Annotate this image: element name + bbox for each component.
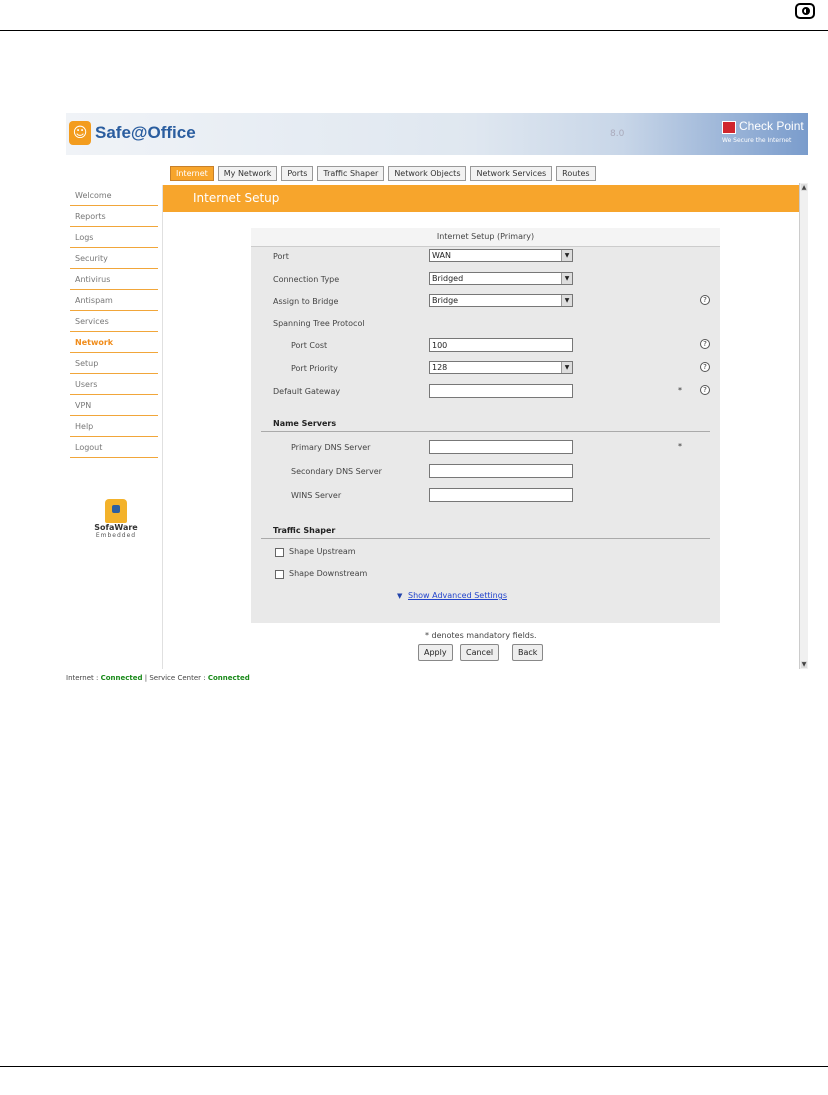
internet-status-label: Internet : — [66, 674, 101, 682]
connection-type-label: Connection Type — [273, 275, 340, 284]
tab-network-objects[interactable]: Network Objects — [388, 166, 467, 181]
tab-ports[interactable]: Ports — [281, 166, 314, 181]
port-cost-input[interactable]: 100 — [429, 338, 573, 352]
assign-bridge-select[interactable]: Bridge ▼ — [429, 294, 573, 307]
sidebar: Welcome Reports Logs Security Antivirus … — [66, 185, 163, 669]
shape-downstream-checkbox[interactable] — [275, 570, 284, 579]
default-gateway-label: Default Gateway — [273, 387, 341, 396]
shape-upstream-label: Shape Upstream — [289, 547, 356, 556]
port-priority-label: Port Priority — [291, 364, 338, 373]
version-label: 8.0 — [610, 129, 625, 139]
brand-tagline: We Secure the Internet — [722, 137, 792, 144]
sidebar-item-security[interactable]: Security — [70, 248, 158, 269]
tab-network-services[interactable]: Network Services — [470, 166, 553, 181]
main-content: Internet Setup Internet Setup (Primary) … — [163, 183, 808, 669]
vertical-scrollbar[interactable]: ▲ ▼ — [799, 183, 808, 669]
sidebar-item-welcome[interactable]: Welcome — [70, 185, 158, 206]
default-gateway-input[interactable] — [429, 384, 573, 398]
sidebar-item-setup[interactable]: Setup — [70, 353, 158, 374]
connection-type-value: Bridged — [432, 274, 464, 283]
secondary-dns-label: Secondary DNS Server — [291, 467, 382, 476]
manual-eye-icon — [795, 3, 815, 19]
primary-dns-label: Primary DNS Server — [291, 443, 371, 452]
sofaware-sub: Embedded — [95, 532, 137, 539]
section-divider — [261, 431, 710, 432]
secondary-dns-input[interactable] — [429, 464, 573, 478]
tab-routes[interactable]: Routes — [556, 166, 596, 181]
sidebar-item-logout[interactable]: Logout — [70, 437, 158, 458]
spanning-tree-label: Spanning Tree Protocol — [273, 319, 365, 328]
help-icon[interactable]: ? — [700, 362, 710, 372]
brand-name: Check Point — [739, 119, 804, 133]
tab-internet[interactable]: Internet — [170, 166, 214, 181]
help-icon[interactable]: ? — [700, 339, 710, 349]
sidebar-item-vpn[interactable]: VPN — [70, 395, 158, 416]
chevron-down-icon: ▼ — [561, 362, 572, 373]
scroll-up-icon[interactable]: ▲ — [801, 184, 807, 191]
sidebar-item-reports[interactable]: Reports — [70, 206, 158, 227]
chevron-down-icon: ▼ — [561, 250, 572, 261]
app-title: Safe@Office — [95, 123, 196, 142]
tab-bar: Internet My Network Ports Traffic Shaper… — [170, 166, 596, 181]
scroll-down-icon[interactable]: ▼ — [801, 661, 807, 668]
port-priority-select[interactable]: 128 ▼ — [429, 361, 573, 374]
sidebar-item-antivirus[interactable]: Antivirus — [70, 269, 158, 290]
port-priority-value: 128 — [432, 363, 448, 372]
port-select-value: WAN — [432, 251, 451, 260]
internet-setup-panel: Internet Setup (Primary) Port WAN ▼ Conn… — [251, 228, 720, 623]
sofaware-logo: SofaWare Embedded — [86, 499, 146, 539]
show-advanced-link[interactable]: Show Advanced Settings — [408, 591, 507, 600]
sofaware-name: SofaWare — [94, 523, 138, 532]
page-bottom-rule — [0, 1066, 828, 1067]
assign-bridge-value: Bridge — [432, 296, 459, 305]
required-marker: * — [678, 386, 682, 395]
wins-server-label: WINS Server — [291, 491, 342, 500]
sidebar-item-services[interactable]: Services — [70, 311, 158, 332]
connection-type-select[interactable]: Bridged ▼ — [429, 272, 573, 285]
mandatory-note: * denotes mandatory fields. — [425, 631, 537, 640]
sidebar-item-help[interactable]: Help — [70, 416, 158, 437]
chevron-down-icon: ▼ — [561, 295, 572, 306]
sidebar-item-logs[interactable]: Logs — [70, 227, 158, 248]
primary-dns-input[interactable] — [429, 440, 573, 454]
check-point-logo-icon — [722, 121, 736, 134]
page-top-rule — [0, 30, 828, 31]
panel-title: Internet Setup (Primary) — [251, 228, 720, 247]
triangle-down-icon: ▼ — [397, 592, 403, 600]
sidebar-item-users[interactable]: Users — [70, 374, 158, 395]
tab-traffic-shaper[interactable]: Traffic Shaper — [317, 166, 385, 181]
section-divider — [261, 538, 710, 539]
shape-downstream-label: Shape Downstream — [289, 569, 368, 578]
name-servers-heading: Name Servers — [273, 419, 337, 428]
app-header: ☺ Safe@Office 8.0 Check Point We Secure … — [66, 113, 808, 155]
help-icon[interactable]: ? — [700, 385, 710, 395]
sidebar-item-network[interactable]: Network — [70, 332, 158, 353]
service-center-value: Connected — [207, 674, 250, 682]
sidebar-item-antispam[interactable]: Antispam — [70, 290, 158, 311]
traffic-shaper-heading: Traffic Shaper — [273, 526, 336, 535]
status-bar: Internet : Connected | Service Center : … — [66, 671, 808, 685]
service-center-label: Service Center : — [149, 674, 208, 682]
safe-office-window: ☺ Safe@Office 8.0 Check Point We Secure … — [66, 113, 808, 685]
required-marker: * — [678, 442, 682, 451]
apply-button[interactable]: Apply — [418, 644, 453, 661]
page-title: Internet Setup — [163, 185, 800, 212]
port-label: Port — [273, 252, 289, 261]
tab-my-network[interactable]: My Network — [217, 166, 278, 181]
shape-upstream-checkbox[interactable] — [275, 548, 284, 557]
cancel-button[interactable]: Cancel — [460, 644, 500, 661]
chevron-down-icon: ▼ — [561, 273, 572, 284]
assign-bridge-label: Assign to Bridge — [273, 297, 339, 306]
internet-status-value: Connected — [100, 674, 143, 682]
help-icon[interactable]: ? — [700, 295, 710, 305]
port-cost-label: Port Cost — [291, 341, 328, 350]
wins-server-input[interactable] — [429, 488, 573, 502]
port-select[interactable]: WAN ▼ — [429, 249, 573, 262]
safe-office-logo-icon: ☺ — [69, 121, 91, 145]
sofaware-mascot-icon — [105, 499, 127, 523]
back-button[interactable]: Back — [512, 644, 544, 661]
